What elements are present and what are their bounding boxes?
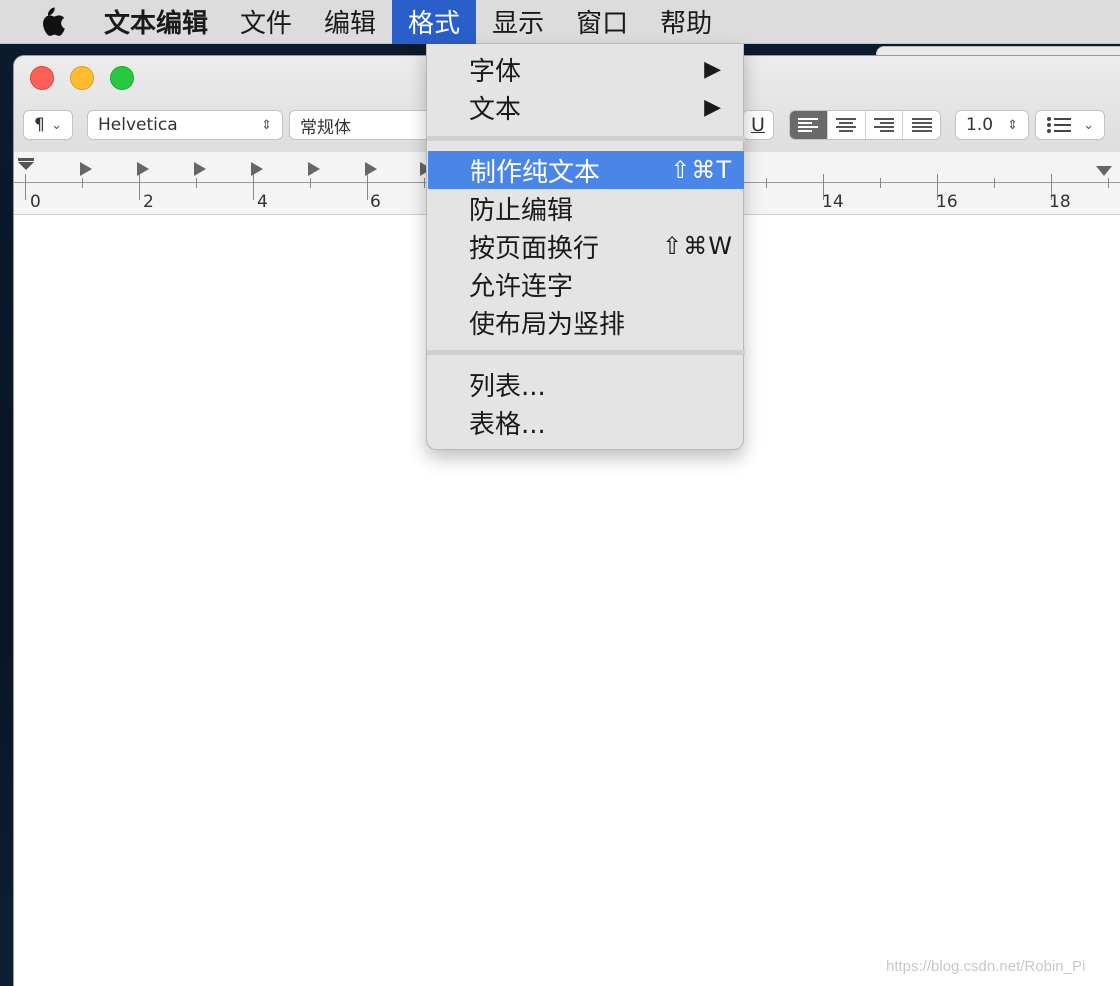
submenu-arrow-icon: ▶	[704, 94, 721, 120]
align-center-button[interactable]	[828, 111, 866, 139]
font-style-popup[interactable]: 常规体	[289, 110, 439, 140]
apple-logo-icon[interactable]	[0, 0, 104, 44]
menu-item-prevent-editing[interactable]: 防止编辑	[427, 189, 745, 227]
watermark-text: https://blog.csdn.net/Robin_Pi	[886, 958, 1086, 975]
shortcut-label: ⇧⌘W	[662, 232, 733, 260]
up-down-chevron-icon: ⇕	[261, 117, 272, 133]
menu-item-label: 表格...	[469, 409, 546, 440]
minimize-button[interactable]	[70, 66, 94, 90]
menu-view[interactable]: 显示	[476, 0, 560, 44]
menu-item-font[interactable]: 字体 ▶	[427, 50, 745, 88]
align-right-button[interactable]	[866, 111, 904, 139]
maximize-button[interactable]	[110, 66, 134, 90]
ruler-number: 0	[30, 192, 41, 212]
align-left-button[interactable]	[790, 111, 828, 139]
menu-item-text[interactable]: 文本 ▶	[427, 88, 745, 126]
menu-item-label: 制作纯文本	[470, 157, 601, 188]
underline-button[interactable]: U	[742, 110, 774, 140]
ruler-number: 6	[370, 192, 381, 212]
menu-edit[interactable]: 编辑	[308, 0, 392, 44]
menu-item-label: 按页面换行	[469, 233, 600, 264]
align-center-icon	[836, 118, 857, 132]
ruler-number: 18	[1049, 192, 1071, 212]
list-bullets-icon	[1047, 117, 1071, 133]
font-family-value: Helvetica	[98, 115, 178, 135]
menu-item-label: 字体	[469, 56, 522, 87]
menu-format[interactable]: 格式	[392, 0, 477, 44]
format-menu-dropdown: 字体 ▶ 文本 ▶ 制作纯文本 ⇧⌘T 防止编辑 按页面换行 ⇧⌘W 允许连字 …	[426, 44, 745, 450]
up-down-chevron-icon: ⇕	[1007, 117, 1018, 133]
line-spacing-popup[interactable]: 1.0 ⇕	[955, 110, 1029, 140]
ruler-number: 4	[257, 192, 268, 212]
ruler-number: 2	[143, 192, 154, 212]
menu-item-make-plain-text[interactable]: 制作纯文本 ⇧⌘T	[428, 151, 744, 189]
list-style-popup[interactable]: ⌄	[1035, 110, 1105, 140]
paragraph-style-popup[interactable]: ¶ ⌄	[23, 110, 73, 140]
menu-item-allow-hyphenation[interactable]: 允许连字	[427, 265, 745, 303]
menu-item-list[interactable]: 列表...	[427, 365, 745, 403]
font-family-popup[interactable]: Helvetica ⇕	[87, 110, 283, 140]
ruler-number: 16	[936, 192, 958, 212]
align-justify-button[interactable]	[903, 111, 940, 139]
align-justify-icon	[911, 118, 932, 132]
menu-help[interactable]: 帮助	[644, 0, 728, 44]
submenu-arrow-icon: ▶	[704, 56, 721, 82]
chevron-down-icon: ⌄	[1083, 117, 1094, 133]
menu-bar: 文本编辑 文件 编辑 格式 显示 窗口 帮助	[0, 0, 1120, 44]
paragraph-icon: ¶	[34, 115, 45, 135]
align-left-icon	[798, 118, 819, 132]
line-spacing-value: 1.0	[966, 115, 994, 135]
menu-item-wrap-to-page[interactable]: 按页面换行 ⇧⌘W	[427, 227, 745, 265]
ruler-number: 14	[822, 192, 844, 212]
menu-separator	[427, 136, 745, 141]
chevron-down-icon: ⌄	[51, 117, 62, 133]
close-button[interactable]	[30, 66, 54, 90]
menu-textedit[interactable]: 文本编辑	[104, 0, 224, 44]
menu-window[interactable]: 窗口	[560, 0, 644, 44]
align-right-icon	[873, 118, 894, 132]
menu-item-label: 允许连字	[469, 271, 574, 302]
menu-item-label: 列表...	[469, 371, 546, 402]
menu-file[interactable]: 文件	[224, 0, 308, 44]
font-style-value: 常规体	[300, 117, 351, 138]
alignment-segmented-control	[789, 110, 941, 140]
menu-item-table[interactable]: 表格...	[427, 403, 745, 441]
menu-item-label: 防止编辑	[469, 195, 574, 226]
shortcut-label: ⇧⌘T	[670, 156, 732, 184]
menu-separator	[427, 350, 745, 355]
menu-item-label: 文本	[469, 94, 522, 125]
menu-item-vertical-layout[interactable]: 使布局为竖排	[427, 303, 745, 341]
menu-item-label: 使布局为竖排	[469, 309, 626, 340]
